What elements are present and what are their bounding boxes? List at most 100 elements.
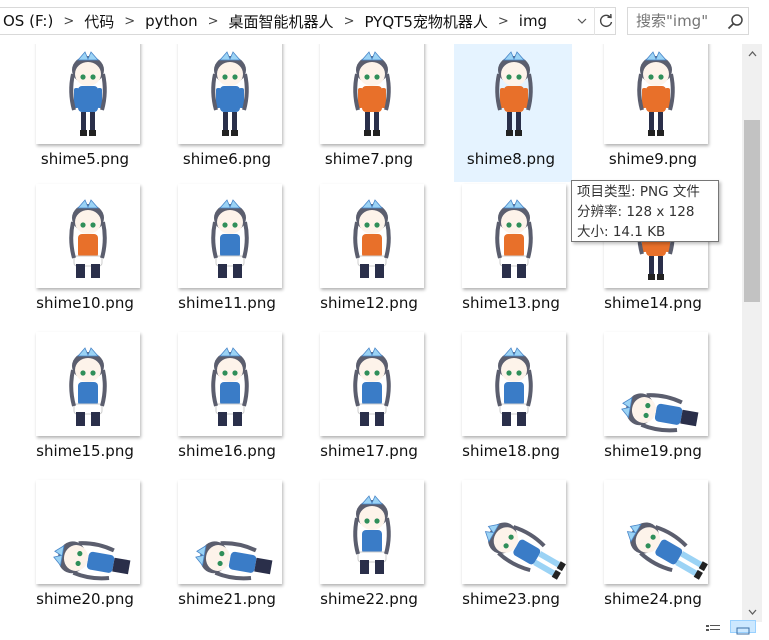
chevron-up-icon xyxy=(748,51,756,57)
breadcrumb-separator[interactable]: > xyxy=(118,14,141,29)
file-item[interactable]: shime17.png xyxy=(298,332,424,474)
file-name[interactable]: shime16.png xyxy=(156,442,298,460)
tooltip-resolution: 分辨率: 128 x 128 xyxy=(577,204,695,220)
scroll-up-button[interactable] xyxy=(742,44,762,64)
file-name[interactable]: shime7.png xyxy=(298,150,440,168)
file-item[interactable]: shime24.png xyxy=(582,480,708,622)
character-image xyxy=(195,541,273,581)
file-item[interactable]: shime8.png xyxy=(454,44,572,182)
scroll-down-button[interactable] xyxy=(742,602,762,622)
breadcrumb-drive[interactable]: OS (F:) xyxy=(0,12,57,30)
tooltip-size: 大小: 14.1 KB xyxy=(577,224,666,240)
address-row: OS (F:) > 代码 > python > 桌面智能机器人 > PYQT5宠… xyxy=(0,0,769,44)
file-name[interactable]: shime11.png xyxy=(156,294,298,312)
character-image xyxy=(626,522,708,580)
file-item[interactable]: shime6.png xyxy=(156,44,282,182)
file-thumbnail[interactable] xyxy=(36,480,140,584)
search-icon[interactable] xyxy=(727,13,744,30)
character-image xyxy=(495,199,533,278)
character-image xyxy=(69,347,107,426)
file-name[interactable]: shime13.png xyxy=(440,294,582,312)
vertical-scrollbar[interactable] xyxy=(742,44,762,622)
character-image xyxy=(353,51,391,136)
file-thumbnail[interactable] xyxy=(320,184,424,288)
file-item[interactable]: shime11.png xyxy=(156,184,282,326)
file-item[interactable]: shime9.png xyxy=(582,44,708,182)
file-thumbnail[interactable] xyxy=(462,44,566,144)
file-item[interactable]: shime13.png xyxy=(440,184,566,326)
file-item[interactable]: shime21.png xyxy=(156,480,282,622)
search-box[interactable] xyxy=(627,7,749,35)
file-item[interactable]: shime20.png xyxy=(14,480,140,622)
breadcrumb-separator[interactable]: > xyxy=(57,14,80,29)
refresh-icon xyxy=(599,13,613,28)
file-name[interactable]: shime12.png xyxy=(298,294,440,312)
breadcrumb-python[interactable]: python xyxy=(141,12,201,30)
file-thumbnail[interactable] xyxy=(36,44,140,144)
file-name[interactable]: shime9.png xyxy=(582,150,724,168)
search-input[interactable] xyxy=(630,10,730,32)
file-name[interactable]: shime10.png xyxy=(14,294,156,312)
file-name[interactable]: shime24.png xyxy=(582,590,724,608)
file-name[interactable]: shime19.png xyxy=(582,442,724,460)
breadcrumb-img[interactable]: img xyxy=(515,12,551,30)
file-item[interactable]: shime12.png xyxy=(298,184,424,326)
file-name[interactable]: shime17.png xyxy=(298,442,440,460)
character-image xyxy=(353,347,391,426)
breadcrumb-pyqt5-pet[interactable]: PYQT5宠物机器人 xyxy=(360,11,491,32)
address-bar[interactable]: OS (F:) > 代码 > python > 桌面智能机器人 > PYQT5宠… xyxy=(0,7,616,35)
chevron-down-icon xyxy=(748,609,756,615)
file-thumbnail[interactable] xyxy=(36,332,140,436)
file-name[interactable]: shime22.png xyxy=(298,590,440,608)
details-view-icon[interactable] xyxy=(705,624,721,633)
breadcrumb-code[interactable]: 代码 xyxy=(80,11,118,32)
file-name[interactable]: shime18.png xyxy=(440,442,582,460)
file-thumbnail[interactable] xyxy=(462,332,566,436)
breadcrumb-separator[interactable]: > xyxy=(492,14,515,29)
address-dropdown-button[interactable] xyxy=(572,7,592,35)
file-thumbnail[interactable] xyxy=(604,44,708,144)
character-image xyxy=(637,51,675,136)
file-item[interactable]: shime15.png xyxy=(14,332,140,474)
file-item[interactable]: shime23.png xyxy=(440,480,566,622)
file-name[interactable]: shime15.png xyxy=(14,442,156,460)
refresh-button[interactable] xyxy=(594,7,617,35)
file-item[interactable]: shime10.png xyxy=(14,184,140,326)
file-name[interactable]: shime23.png xyxy=(440,590,582,608)
chevron-down-icon xyxy=(577,18,587,24)
file-name[interactable]: shime21.png xyxy=(156,590,298,608)
character-image xyxy=(211,51,249,136)
file-thumbnail[interactable] xyxy=(604,480,708,584)
file-thumbnail[interactable] xyxy=(178,480,282,584)
breadcrumb-separator[interactable]: > xyxy=(338,14,361,29)
file-item[interactable]: shime16.png xyxy=(156,332,282,474)
file-thumbnail[interactable] xyxy=(320,480,424,584)
character-image xyxy=(211,347,249,426)
breadcrumb-separator[interactable]: > xyxy=(202,14,225,29)
file-item[interactable]: shime22.png xyxy=(298,480,424,622)
file-item[interactable]: shime18.png xyxy=(440,332,566,474)
file-thumbnail[interactable] xyxy=(320,44,424,144)
large-icons-view-icon xyxy=(736,627,750,635)
breadcrumb-desktop-robot[interactable]: 桌面智能机器人 xyxy=(225,11,338,32)
large-icons-view-button[interactable] xyxy=(730,620,756,635)
file-thumbnail[interactable] xyxy=(320,332,424,436)
file-name[interactable]: shime8.png xyxy=(440,150,582,168)
file-thumbnail[interactable] xyxy=(178,184,282,288)
file-item[interactable]: shime5.png xyxy=(14,44,140,182)
file-item[interactable]: shime19.png xyxy=(582,332,708,474)
file-grid: shime5.png shime6.png shime7.png shime8.png… xyxy=(0,44,742,622)
file-thumbnail[interactable] xyxy=(36,184,140,288)
file-thumbnail[interactable] xyxy=(462,184,566,288)
file-thumbnail[interactable] xyxy=(178,332,282,436)
file-name[interactable]: shime20.png xyxy=(14,590,156,608)
file-thumbnail[interactable] xyxy=(604,332,708,436)
file-item[interactable]: shime7.png xyxy=(298,44,424,182)
character-image xyxy=(353,199,391,278)
file-name[interactable]: shime6.png xyxy=(156,150,298,168)
scroll-thumb[interactable] xyxy=(744,120,760,302)
file-name[interactable]: shime5.png xyxy=(14,150,156,168)
file-name[interactable]: shime14.png xyxy=(582,294,724,312)
file-thumbnail[interactable] xyxy=(178,44,282,144)
file-thumbnail[interactable] xyxy=(462,480,566,584)
